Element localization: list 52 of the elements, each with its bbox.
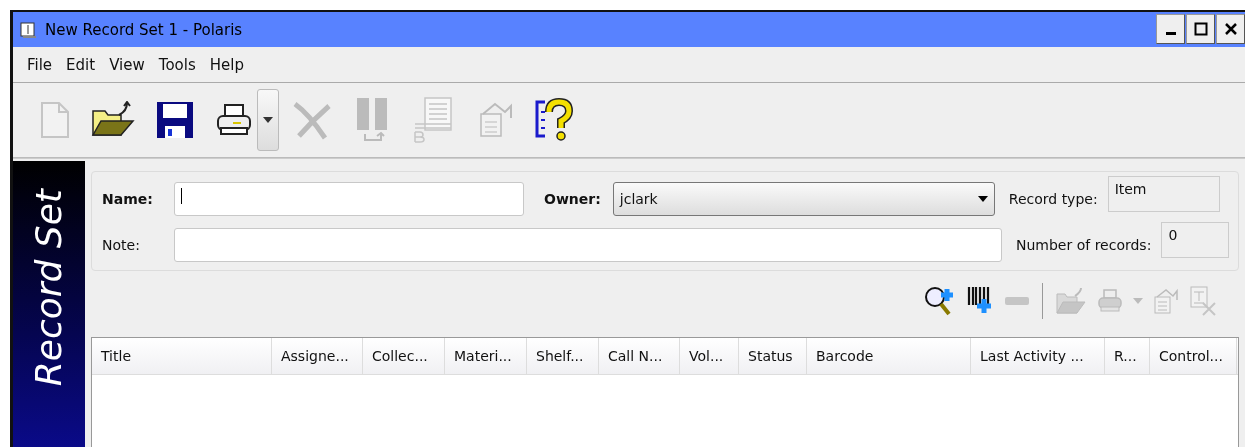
close-icon <box>1223 22 1238 36</box>
caret-icon <box>977 196 988 202</box>
column-header[interactable]: Collec... <box>363 338 445 374</box>
caret-icon <box>1133 298 1143 304</box>
printer-icon <box>215 102 253 138</box>
x-mark-icon <box>291 100 333 140</box>
properties-icon <box>477 100 513 140</box>
dropdown-button[interactable] <box>257 89 279 151</box>
maximize-icon <box>1193 22 1208 36</box>
printer-icon <box>1097 288 1123 314</box>
column-header[interactable]: Barcode <box>807 338 971 374</box>
close-button[interactable] <box>1216 14 1245 44</box>
column-header[interactable]: Shelf... <box>527 338 599 374</box>
owner-dropdown[interactable]: jclark <box>612 182 995 216</box>
page-icon <box>39 100 71 140</box>
maximize-button[interactable] <box>1186 14 1215 44</box>
record-count-field: 0 <box>1161 222 1230 258</box>
sidebar-title: Record Set <box>31 189 67 387</box>
help-icon <box>533 98 573 142</box>
menu-item[interactable]: File <box>19 55 61 74</box>
column-header[interactable]: Title <box>92 338 272 374</box>
document-x-icon <box>1189 285 1217 317</box>
menu-item[interactable]: View <box>101 55 153 74</box>
folder-icon <box>1055 286 1087 316</box>
column-header[interactable]: Assigne... <box>272 338 363 374</box>
caret-icon <box>263 117 273 123</box>
column-header[interactable]: Status <box>739 338 807 374</box>
column-header[interactable]: Last Activity ... <box>971 338 1105 374</box>
minus-icon <box>1004 295 1030 307</box>
column-header[interactable]: Vol... <box>680 338 739 374</box>
folder-icon <box>91 101 135 139</box>
column-header[interactable]: R... <box>1105 338 1150 374</box>
field-label: Owner: <box>544 191 601 207</box>
record-type-field: Item <box>1107 176 1220 212</box>
column-header[interactable]: Materi... <box>445 338 527 374</box>
book-icon <box>19 20 37 39</box>
field-label: Note: <box>102 237 141 253</box>
menu-item[interactable]: Edit <box>58 55 104 74</box>
magnifier-plus-icon <box>924 285 956 317</box>
name-field[interactable] <box>174 182 524 216</box>
properties-icon <box>1153 287 1179 315</box>
field-label: Record type: <box>1008 191 1098 207</box>
column-header[interactable]: Control... <box>1150 338 1237 374</box>
column-header[interactable]: Call N... <box>599 338 680 374</box>
minimize-button[interactable] <box>1156 14 1185 44</box>
note-field[interactable] <box>174 228 1002 262</box>
menu-item[interactable]: Tools <box>150 55 204 74</box>
field-label: Name: <box>102 191 154 207</box>
menu-item[interactable]: Help <box>201 55 252 74</box>
minimize-icon <box>1165 32 1176 35</box>
window-title: New Record Set 1 - Polaris <box>45 20 243 39</box>
field-label: Number of records: <box>1016 237 1152 253</box>
